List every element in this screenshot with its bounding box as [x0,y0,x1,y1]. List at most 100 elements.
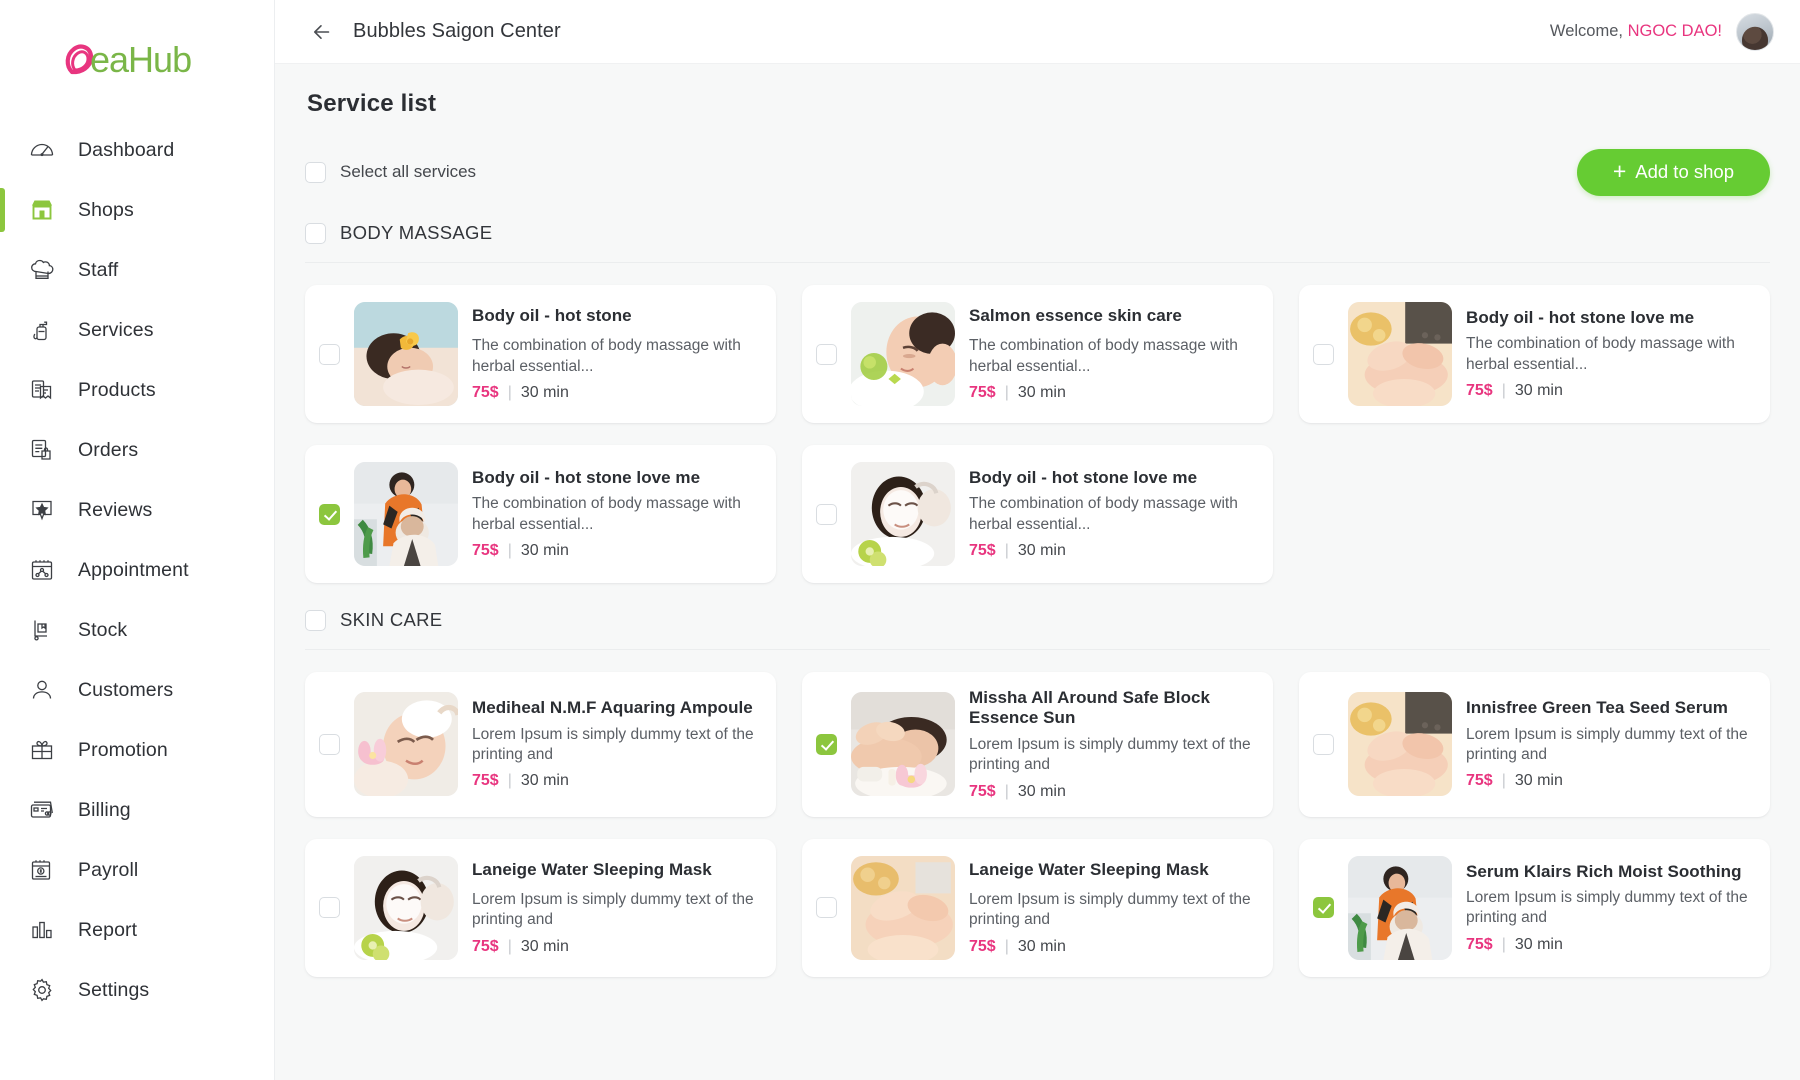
service-checkbox[interactable] [319,343,340,365]
service-checkbox[interactable] [1313,733,1334,755]
service-checkbox-wrap [319,343,340,365]
sidebar-item-report[interactable]: Report [0,900,274,960]
service-thumbnail [354,462,458,566]
brand-logo[interactable]: eaHub [0,0,274,112]
group-checkbox[interactable] [305,222,326,244]
service-meta-separator: | [1004,782,1009,800]
person-icon [28,676,56,704]
arrow-left-icon [314,24,330,39]
service-checkbox[interactable] [319,503,340,525]
service-card[interactable]: Body oil - hot stone love me The combina… [802,445,1273,583]
foot-massage-oil-image [1348,692,1452,797]
service-duration: 30 min [1514,382,1563,400]
foot-massage-oil-image [1348,302,1452,406]
service-duration: 30 min [520,937,569,955]
sidebar-item-customers[interactable]: Customers [0,660,274,720]
woman-massage-orchid-image [354,302,458,406]
service-thumbnail [851,692,955,797]
group-title: SKIN CARE [340,609,443,630]
sidebar-item-appointment[interactable]: Appointment [0,540,274,600]
service-checkbox[interactable] [816,343,837,365]
hand-truck-icon [28,616,56,644]
sidebar-item-payroll[interactable]: Payroll [0,840,274,900]
service-card[interactable]: Salmon essence skin care The combination… [802,285,1273,423]
sidebar-item-promotion[interactable]: Promotion [0,720,274,780]
service-price: 75$ [472,937,499,955]
service-duration: 30 min [1514,935,1563,953]
back-button[interactable] [305,15,339,49]
service-card[interactable]: Laneige Water Sleeping Mask Lorem Ipsum … [305,838,776,977]
group-header-body-massage[interactable]: BODY MASSAGE [305,222,1770,244]
service-meta: 75$ | 30 min [1466,772,1754,790]
service-checkbox[interactable] [816,897,837,919]
service-meta-separator: | [507,937,512,955]
service-checkbox[interactable] [816,733,837,755]
service-title: Missha All Around Safe Block Essence Sun [969,688,1211,728]
sidebar-item-products[interactable]: Products [0,360,274,420]
sidebar-item-label: Payroll [78,858,139,881]
add-to-shop-label: Add to shop [1635,161,1734,182]
select-all-checkbox[interactable] [305,161,326,183]
service-card[interactable]: Mediheal N.M.F Aquaring Ampoule Lorem Ip… [305,672,776,817]
sidebar-item-reviews[interactable]: Reviews [0,480,274,540]
avatar[interactable] [1736,12,1774,51]
service-checkbox[interactable] [319,733,340,755]
add-to-shop-button[interactable]: + Add to shop [1576,148,1770,196]
service-checkbox[interactable] [319,897,340,919]
service-meta-separator: | [507,772,512,790]
service-description: The combination of body massage with her… [472,337,741,375]
service-checkbox[interactable] [1313,343,1334,365]
sidebar-item-orders[interactable]: Orders [0,420,274,480]
service-meta: 75$ | 30 min [472,542,760,560]
service-meta: 75$ | 30 min [1466,382,1754,400]
service-title: Body oil - hot stone love me [472,467,701,487]
service-card[interactable]: Missha All Around Safe Block Essence Sun… [802,672,1273,817]
sidebar-item-billing[interactable]: Billing [0,780,274,840]
service-duration: 30 min [1514,772,1563,790]
group-header-skin-care[interactable]: SKIN CARE [305,609,1770,631]
sidebar-item-staff[interactable]: Staff [0,240,274,300]
service-description: Lorem Ipsum is simply dummy text of the … [969,735,1251,774]
service-info: Laneige Water Sleeping Mask Lorem Ipsum … [472,860,760,956]
star-badge-icon [28,496,56,524]
beahub-logo-icon: eaHub [65,39,192,80]
sidebar-item-dashboard[interactable]: Dashboard [0,120,274,180]
service-description: The combination of body massage with her… [969,495,1238,533]
service-card[interactable]: Body oil - hot stone love me The combina… [1299,285,1770,423]
service-info: Missha All Around Safe Block Essence Sun… [969,688,1257,801]
service-description: Lorem Ipsum is simply dummy text of the … [969,890,1251,929]
calendar-people-icon [28,556,56,584]
service-card[interactable]: Body oil - hot stone love me The combina… [305,445,776,583]
sidebar-item-label: Products [78,378,156,401]
service-card[interactable]: Laneige Water Sleeping Mask Lorem Ipsum … [802,838,1273,977]
service-grid-skin-care: Mediheal N.M.F Aquaring Ampoule Lorem Ip… [305,672,1770,977]
sidebar: eaHub Dashboard Shops Staff Services Pro… [0,0,275,1080]
sidebar-item-label: Promotion [78,738,168,761]
service-card[interactable]: Serum Klairs Rich Moist Soothing Lorem I… [1299,838,1770,977]
service-title: Salmon essence skin care [969,305,1182,325]
service-title: Serum Klairs Rich Moist Soothing [1466,861,1742,881]
service-checkbox[interactable] [1313,897,1334,919]
group-divider [305,649,1770,650]
service-meta-separator: | [1501,772,1506,790]
sidebar-item-settings[interactable]: Settings [0,960,274,1020]
service-title: Laneige Water Sleeping Mask [472,859,712,879]
select-all-row[interactable]: Select all services [305,161,476,183]
service-card[interactable]: Innisfree Green Tea Seed Serum Lorem Ips… [1299,672,1770,817]
service-title: Body oil - hot stone [472,305,632,325]
service-meta: 75$ | 30 min [969,384,1257,402]
service-meta-separator: | [1004,384,1009,402]
service-card[interactable]: Body oil - hot stone The combination of … [305,285,776,423]
service-info: Body oil - hot stone love me The combina… [969,468,1257,560]
service-checkbox[interactable] [816,503,837,525]
service-info: Salmon essence skin care The combination… [969,306,1257,402]
page-header-title: Bubbles Saigon Center [353,20,561,42]
store-icon [28,196,56,224]
sidebar-item-label: Report [78,918,138,941]
group-checkbox[interactable] [305,609,326,631]
sidebar-item-services[interactable]: Services [0,300,274,360]
service-thumbnail [851,462,955,566]
sidebar-item-stock[interactable]: Stock [0,600,274,660]
sidebar-item-shops[interactable]: Shops [0,180,274,240]
service-price: 75$ [472,772,499,790]
